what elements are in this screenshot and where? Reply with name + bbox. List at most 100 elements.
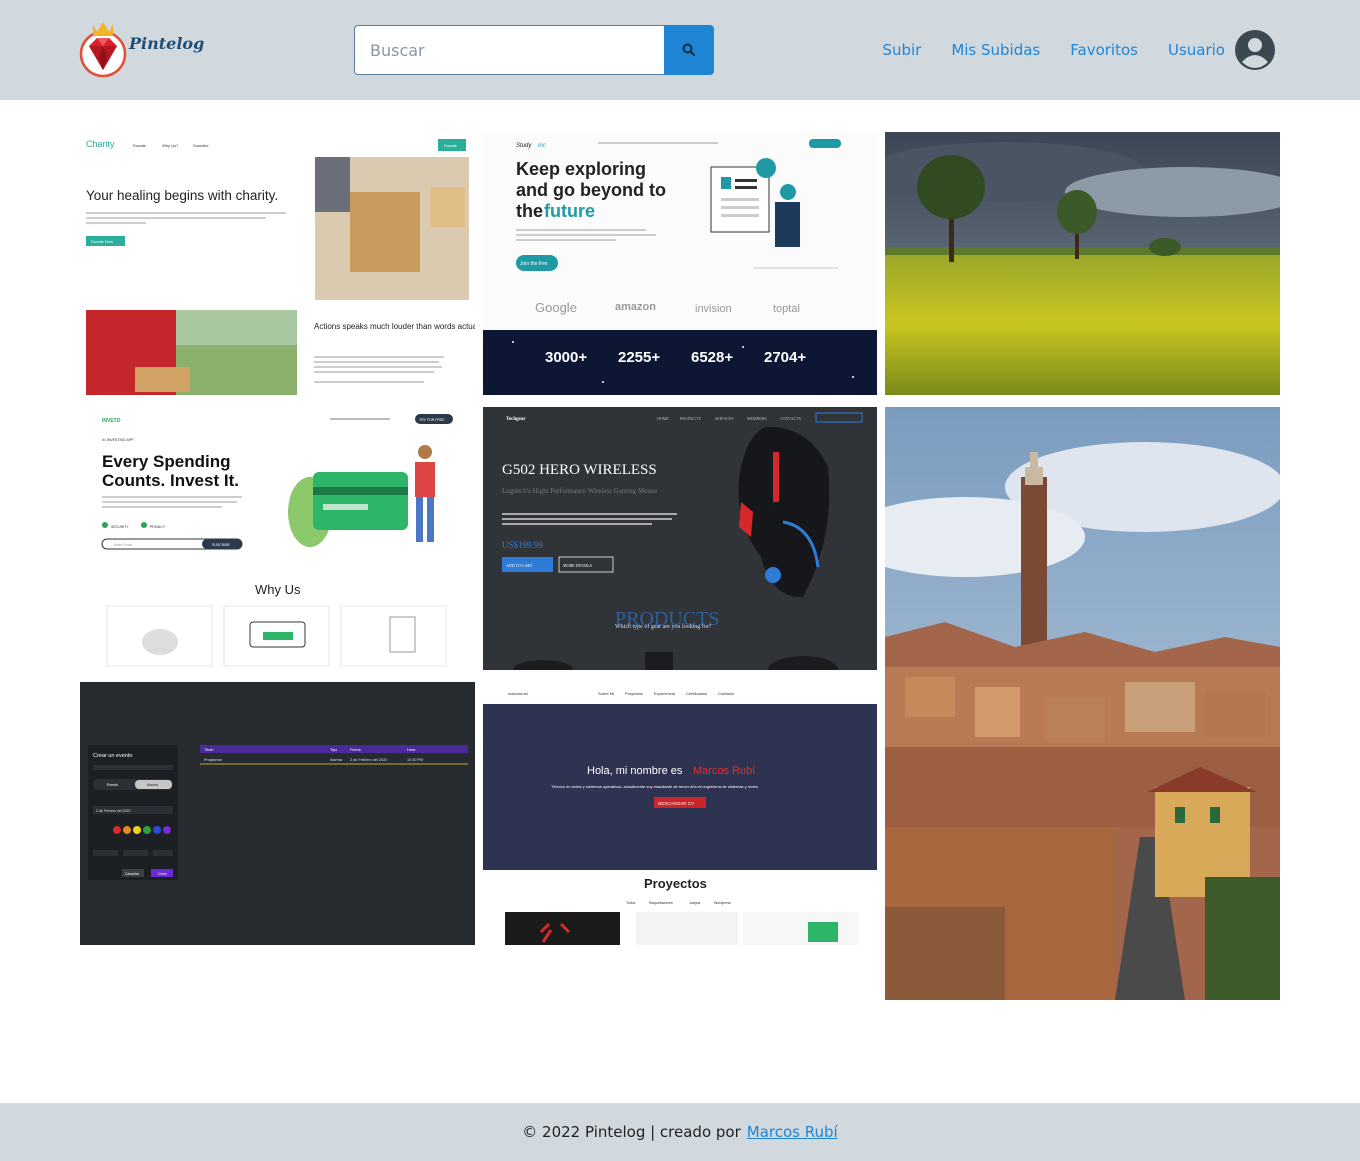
svg-text:MEMBERS: MEMBERS <box>747 416 767 421</box>
charity-brand: Charity <box>86 139 115 149</box>
nav-upload[interactable]: Subir <box>882 41 921 59</box>
page-footer: © 2022 Pintelog | creado por Marcos Rubí <box>0 1103 1360 1161</box>
svg-text:Todos: Todos <box>626 901 636 905</box>
logo[interactable]: Pintelog <box>79 18 204 78</box>
inveto-site-screenshot: INVETO TRY FOR FREE #1 INVESTING APP Eve… <box>80 407 475 670</box>
svg-text:Crear: Crear <box>158 872 168 876</box>
svg-text:MORE DETAILS: MORE DETAILS <box>563 563 592 568</box>
svg-text:Donate: Donate <box>444 143 458 148</box>
svg-text:Hora: Hora <box>407 748 416 752</box>
svg-text:Técnico en redes y sistemas op: Técnico en redes y sistemas operativos, … <box>551 784 759 789</box>
svg-text:Actions speaks much louder tha: Actions speaks much louder than words ac… <box>314 322 475 331</box>
svg-text:PRIVACY: PRIVACY <box>150 525 166 529</box>
svg-text:PRODUCTS: PRODUCTS <box>680 416 701 421</box>
svg-text:Experiencia: Experiencia <box>654 691 676 696</box>
svg-text:6528+: 6528+ <box>691 349 733 366</box>
svg-text:Título: Título <box>204 748 214 752</box>
study-site-screenshot: Study inc Keep exploring and go beyond t… <box>483 132 877 395</box>
svg-text:Wordpress: Wordpress <box>714 901 731 905</box>
image-tile-charity[interactable]: Charity Donate Why Us? Suscribe Donate Y… <box>80 132 475 395</box>
svg-text:TRY FOR FREE: TRY FOR FREE <box>419 418 445 422</box>
svg-text:#1 INVESTING APP: #1 INVESTING APP <box>102 438 134 442</box>
svg-text:Sobre Mi: Sobre Mi <box>598 691 614 696</box>
svg-text:Donate: Donate <box>133 143 147 148</box>
svg-text:2 de Febrero del 2022: 2 de Febrero del 2022 <box>350 758 387 762</box>
svg-text:Tipo: Tipo <box>330 748 337 752</box>
svg-text:DESCARGAR CV: DESCARGAR CV <box>658 801 694 806</box>
image-tile-field[interactable] <box>885 132 1280 395</box>
svg-text:Maquetaciones: Maquetaciones <box>649 901 673 905</box>
techgear-site-screenshot: Techgear HOME PRODUCTS SERVICES MEMBERS … <box>483 407 877 670</box>
svg-text:Techgear: Techgear <box>506 417 526 422</box>
svg-text:Hola, mi nombre es: Hola, mi nombre es <box>587 765 683 777</box>
svg-text:Join the free: Join the free <box>520 261 548 267</box>
svg-text:US$199.99: US$199.99 <box>502 540 543 550</box>
main-nav: Subir Mis Subidas Favoritos Usuario <box>852 28 1275 72</box>
svg-text:SUSCRIBE: SUSCRIBE <box>212 543 231 547</box>
svg-text:toptal: toptal <box>773 303 800 315</box>
svg-text:inc: inc <box>538 143 546 149</box>
svg-text:Evento: Evento <box>107 783 118 787</box>
svg-text:Suscribe: Suscribe <box>193 143 209 148</box>
svg-text:Study: Study <box>516 143 532 149</box>
svg-text:Why Us: Why Us <box>255 582 301 597</box>
svg-text:Proyectos: Proyectos <box>625 691 643 696</box>
svg-text:ADD TO CART: ADD TO CART <box>506 563 533 568</box>
svg-text:SECURITY: SECURITY <box>111 525 129 529</box>
svg-text:Counts. Invest It.: Counts. Invest It. <box>102 471 239 490</box>
nav-my-uploads[interactable]: Mis Subidas <box>951 41 1040 59</box>
logo-text: Pintelog <box>129 33 205 53</box>
svg-text:Logitech's Hight Performance W: Logitech's Hight Performance Wireless Ga… <box>502 487 657 495</box>
svg-text:Google: Google <box>535 300 577 315</box>
svg-text:HOME: HOME <box>657 416 669 421</box>
search-icon <box>682 43 696 57</box>
portfolio-site-screenshot: marcosrubi Sobre Mi Proyectos Experienci… <box>483 682 877 945</box>
search-form <box>354 25 714 75</box>
events-app-screenshot: Crear un evento Evento Alarma 2 de Febre… <box>80 682 475 945</box>
svg-text:future: future <box>544 201 595 221</box>
svg-text:Fecha: Fecha <box>350 748 361 752</box>
image-tile-inveto[interactable]: INVETO TRY FOR FREE #1 INVESTING APP Eve… <box>80 407 475 670</box>
svg-text:marcosrubi: marcosrubi <box>508 691 528 696</box>
svg-text:Crear un evento: Crear un evento <box>93 753 132 759</box>
svg-text:and go beyond to: and go beyond to <box>516 180 666 200</box>
svg-text:Alarma: Alarma <box>330 758 343 762</box>
image-tile-portfolio[interactable]: marcosrubi Sobre Mi Proyectos Experienci… <box>483 682 877 945</box>
field-photo <box>885 132 1280 395</box>
svg-text:invision: invision <box>695 303 732 315</box>
footer-author-link[interactable]: Marcos Rubí <box>747 1123 838 1141</box>
search-button[interactable] <box>664 25 714 75</box>
svg-text:G502 HERO WIRELESS: G502 HERO WIRELESS <box>502 462 657 478</box>
svg-text:Programar: Programar <box>204 758 223 762</box>
user-avatar-icon[interactable] <box>1235 30 1275 70</box>
svg-text:Cancelar: Cancelar <box>125 872 140 876</box>
image-tile-techgear[interactable]: Techgear HOME PRODUCTS SERVICES MEMBERS … <box>483 407 877 670</box>
charity-site-screenshot: Charity Donate Why Us? Suscribe Donate Y… <box>80 132 475 395</box>
image-tile-study[interactable]: Study inc Keep exploring and go beyond t… <box>483 132 877 395</box>
svg-text:amazon: amazon <box>615 301 656 313</box>
svg-text:2255+: 2255+ <box>618 349 660 366</box>
image-tile-siena[interactable] <box>885 407 1280 1000</box>
nav-user[interactable]: Usuario <box>1168 41 1225 59</box>
image-tile-events[interactable]: Crear un evento Evento Alarma 2 de Febre… <box>80 682 475 945</box>
svg-text:Every Spending: Every Spending <box>102 452 230 471</box>
svg-text:Enter Email: Enter Email <box>114 543 132 547</box>
svg-text:INVETO: INVETO <box>102 418 121 424</box>
svg-text:2 de Febrero del 2022: 2 de Febrero del 2022 <box>96 809 130 813</box>
svg-text:Alarma: Alarma <box>147 783 158 787</box>
search-input[interactable] <box>354 25 664 75</box>
svg-text:Keep exploring: Keep exploring <box>516 159 646 179</box>
ruby-logo-icon <box>79 22 127 78</box>
svg-text:Contacto: Contacto <box>718 691 735 696</box>
svg-text:Certificados: Certificados <box>686 691 707 696</box>
top-header: Pintelog Subir Mis Subidas Favoritos Usu… <box>0 0 1360 100</box>
svg-text:Which type of gear are you loo: Which type of gear are you looking for? <box>615 623 712 630</box>
svg-text:3000+: 3000+ <box>545 349 587 366</box>
nav-favorites[interactable]: Favoritos <box>1070 41 1138 59</box>
svg-text:the: the <box>516 201 543 221</box>
svg-text:Why Us?: Why Us? <box>162 143 179 148</box>
svg-text:CONTACTS: CONTACTS <box>780 416 801 421</box>
footer-text: © 2022 Pintelog | creado por <box>522 1123 741 1141</box>
svg-text:Proyectos: Proyectos <box>644 876 707 891</box>
charity-headline: Your healing begins with charity. <box>86 188 278 203</box>
